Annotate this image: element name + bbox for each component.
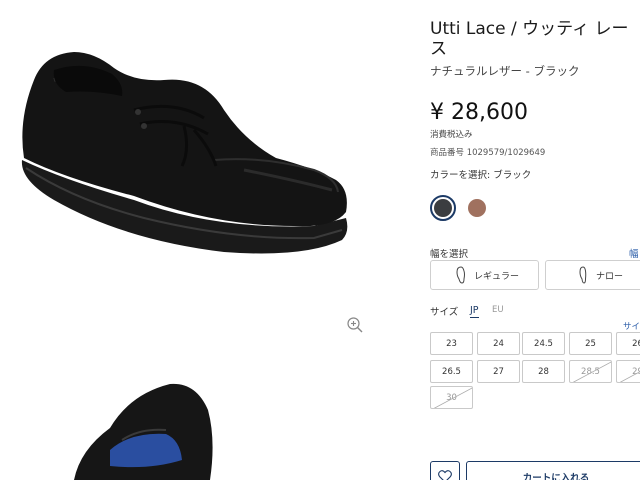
color-swatch-brown[interactable] (464, 195, 490, 221)
article-number: 商品番号 1029579/1029649 (430, 148, 546, 158)
add-to-cart-button[interactable]: カートに入れる (466, 461, 640, 480)
tax-note: 消費税込み (430, 130, 473, 140)
color-swatch-black[interactable] (430, 195, 456, 221)
width-option-regular[interactable]: レギュラー (430, 260, 539, 290)
size-option-30[interactable]: 30 (430, 386, 473, 409)
product-info-panel: Utti Lace / ウッティ レース ナチュラルレザー - ブラック ¥ 2… (430, 0, 640, 480)
size-option-label: 23 (446, 338, 457, 349)
size-system-jp[interactable]: JP (470, 304, 479, 318)
size-option-27[interactable]: 27 (477, 360, 520, 383)
width-label: 幅を選択 (430, 249, 469, 260)
size-label: サイズ (430, 307, 459, 318)
size-option-26[interactable]: 26 (616, 332, 640, 355)
size-system-eu[interactable]: EU (492, 305, 504, 315)
product-subtitle: ナチュラルレザー - ブラック (430, 64, 580, 78)
size-option-label: 28 (538, 366, 549, 377)
swatch-black-dot (434, 199, 452, 217)
width-option-narrow-label: ナロー (596, 271, 624, 282)
size-option-26-5[interactable]: 26.5 (430, 360, 473, 383)
product-title: Utti Lace / ウッティ レース (430, 19, 629, 59)
width-option-regular-label: レギュラー (474, 271, 520, 282)
foot-icon (579, 266, 587, 284)
size-option-24[interactable]: 24 (477, 332, 520, 355)
size-option-label: 24 (493, 338, 504, 349)
wishlist-button[interactable] (430, 461, 460, 480)
size-option-label: 26 (632, 338, 640, 349)
size-option-23[interactable]: 23 (430, 332, 473, 355)
product-image-secondary[interactable] (70, 380, 230, 480)
size-guide-link[interactable]: サイ (623, 320, 640, 332)
foot-icon (456, 266, 465, 284)
size-option-24-5[interactable]: 24.5 (522, 332, 565, 355)
size-option-25[interactable]: 25 (569, 332, 612, 355)
width-info-link[interactable]: 幅 (629, 246, 639, 260)
size-option-label: 27 (493, 366, 504, 377)
width-option-narrow[interactable]: ナロー (545, 260, 640, 290)
soldout-strike-icon (433, 387, 472, 408)
heart-icon (438, 469, 452, 480)
size-option-28[interactable]: 28 (522, 360, 565, 383)
color-label: カラーを選択: ブラック (430, 170, 532, 181)
product-price: ¥ 28,600 (430, 100, 528, 125)
size-option-28-5[interactable]: 28.5 (569, 360, 612, 383)
size-option-29[interactable]: 29 (616, 360, 640, 383)
swatch-brown-dot (468, 199, 486, 217)
size-option-label: 24.5 (534, 338, 553, 349)
size-option-label: 25 (585, 338, 596, 349)
color-swatches (430, 195, 490, 221)
product-gallery (0, 0, 410, 480)
soldout-strike-icon (572, 361, 611, 382)
size-option-label: 26.5 (442, 366, 461, 377)
soldout-strike-icon (619, 371, 640, 382)
product-image-main[interactable] (14, 40, 354, 265)
zoom-in-icon[interactable] (346, 316, 364, 334)
